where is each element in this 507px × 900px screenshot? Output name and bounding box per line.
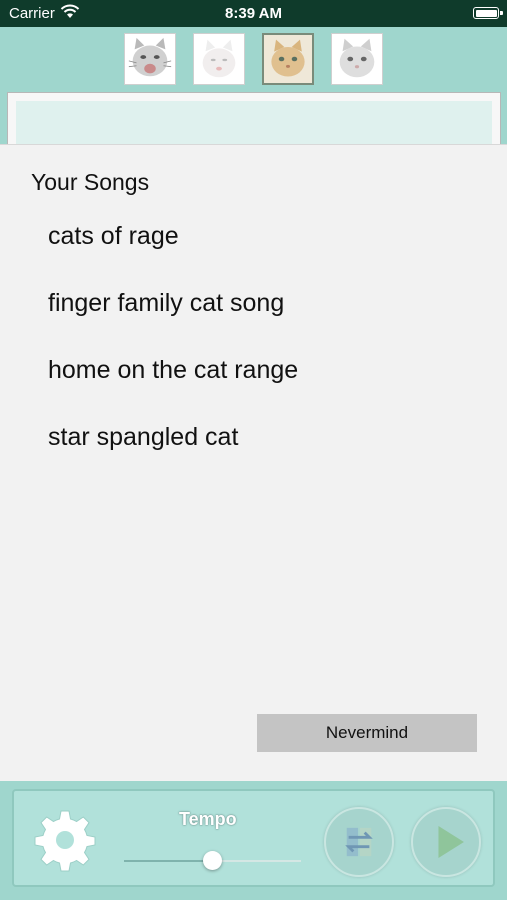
- battery-icon: [473, 7, 503, 19]
- nevermind-button[interactable]: Nevermind: [257, 714, 477, 752]
- song-text-field[interactable]: [7, 92, 501, 148]
- tempo-label: Tempo: [179, 809, 237, 829]
- play-button[interactable]: [411, 807, 481, 877]
- angry-kitten-icon[interactable]: [124, 33, 176, 85]
- song-item[interactable]: cats of rage: [48, 222, 179, 251]
- clock: 8:39 AM: [225, 5, 282, 22]
- song-item[interactable]: star spangled cat: [48, 423, 238, 452]
- song-input-area: [0, 89, 507, 148]
- gear-icon[interactable]: [32, 807, 98, 873]
- shuffle-icon: [345, 827, 373, 857]
- tempo-slider-fill: [124, 860, 213, 862]
- your-songs-panel: Your Songs cats of rage finger family ca…: [0, 144, 507, 782]
- playback-controls-bar: Tempo: [0, 781, 507, 900]
- shuffle-button[interactable]: [324, 807, 394, 877]
- gray-kitten-icon[interactable]: [331, 33, 383, 85]
- cat-selector-bar: [0, 27, 507, 89]
- white-kitten-icon[interactable]: [193, 33, 245, 85]
- song-item[interactable]: finger family cat song: [48, 289, 284, 318]
- tempo-slider-thumb[interactable]: [203, 851, 222, 870]
- song-item[interactable]: home on the cat range: [48, 356, 298, 385]
- play-icon: [438, 825, 464, 859]
- orange-kitten-icon[interactable]: [262, 33, 314, 85]
- status-bar: Carrier 8:39 AM: [0, 0, 507, 27]
- controls-panel: Tempo: [12, 789, 495, 887]
- panel-title: Your Songs: [31, 169, 150, 195]
